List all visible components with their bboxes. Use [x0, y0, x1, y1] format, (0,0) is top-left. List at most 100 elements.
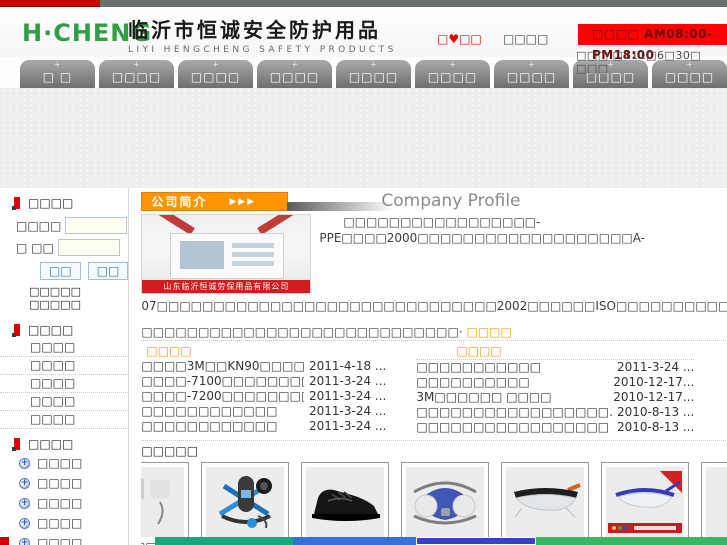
news-date: 2011-3-24 ... [309, 404, 387, 418]
nav-plus-icon: + [449, 60, 456, 69]
product-card[interactable]: □□□□□□□□.. [401, 462, 490, 545]
profile-banner: 公司简介 ▶▶▶ [141, 192, 289, 211]
footer-corner-red [0, 537, 9, 545]
category-item[interactable]: □□□□ [0, 473, 128, 493]
password-label: □ □□ [16, 240, 54, 255]
menu-section-title: □□□□ [0, 315, 128, 339]
register-button[interactable]: □□ [87, 262, 129, 280]
content-area: □□□□ □□□□ □ □□ □□ □□ □□□□□ □□□□□ □□□□ □□… [0, 188, 727, 545]
product-image-respirator [406, 467, 485, 537]
company-titles: 临沂市恒诚安全防护用品 LIYI HENGCHENG SAFETY PRODUC… [128, 14, 397, 55]
news-item[interactable]: □□□□3M□□KN90□□□□□□□...2011-4-18 ... [141, 359, 386, 374]
sidebar-menu-item[interactable]: □□□□ [0, 375, 129, 393]
sidebar-menu-item[interactable]: □□□□ [0, 411, 129, 429]
photo-roofline [257, 215, 311, 235]
news-section: □□□□ □□□□3M□□KN90□□□□□□□...2011-4-18 ...… [141, 340, 727, 441]
news-date: 2011-3-24 ... [309, 419, 387, 433]
plus-ball-icon [19, 457, 30, 469]
sidebar-menu-item[interactable]: □□□□ [0, 393, 129, 411]
nav-plus-icon: + [528, 60, 535, 69]
nav-tab-7[interactable]: + □□□□ [494, 60, 569, 88]
nav-plus-icon: + [54, 60, 61, 69]
company-name-en: LIYI HENGCHENG SAFETY PRODUCTS [128, 45, 397, 55]
sidebar-menu-item[interactable]: □□□□ [0, 357, 129, 375]
nav-tab-6[interactable]: + □□□□ [415, 60, 490, 88]
product-image-equipment [141, 467, 185, 537]
category-item[interactable]: □□□□ [0, 453, 128, 473]
site-header: H·CHENG 临沂市恒诚安全防护用品 LIYI HENGCHENG SAFET… [0, 7, 727, 75]
sidebar-menu-item[interactable]: □□□□ [0, 339, 129, 357]
product-card[interactable] [701, 462, 727, 545]
product-card[interactable]: SPERIAN-... [601, 462, 690, 545]
category-item[interactable]: □□□□ [0, 513, 128, 533]
footer-segment [155, 537, 293, 545]
product-image-scba [206, 467, 285, 537]
red-flag-icon [12, 197, 20, 210]
news-date: 2010-12-17... [613, 375, 695, 389]
news-date: 2010-8-13 ... [617, 405, 695, 419]
product-card[interactable]: VENITEX□... [201, 462, 290, 545]
product-image-clipped [706, 467, 727, 537]
top-accent-red [0, 0, 100, 7]
footer-segment [416, 537, 536, 545]
news-column-right: □□□□ □□□□□□□□□□□ 2011-3-24 ... □□□□□□□□□□… [416, 344, 695, 435]
red-flag-icon [12, 438, 20, 451]
news-item[interactable]: □□□□□□□□□□□□□□□□□... 2010-8-13 ... [416, 405, 694, 420]
news-item[interactable]: □□□□□□□□□□□□□□□□□ 2010-8-13 ... [416, 420, 694, 435]
nav-tab-2[interactable]: + □□□□ [99, 60, 174, 88]
nav-plus-icon: + [212, 60, 219, 69]
carousel-track: □□□□ [141, 462, 727, 545]
top-accent-gray [100, 0, 727, 7]
gradient-rule [287, 202, 394, 211]
address-line: □□□ □111□6□30□ □□□ [576, 49, 702, 75]
product-card[interactable]: □□□□□□□ [301, 462, 390, 545]
login-button[interactable]: □□ [40, 262, 81, 280]
add-favorite-link[interactable]: □♥□□ [437, 32, 482, 46]
category-item[interactable]: □□□□ [0, 533, 128, 545]
news-item[interactable]: □□□□-7100□□□□□□□□ 2011-3-24 ... [141, 374, 386, 389]
nav-tab-3[interactable]: + □□□□ [178, 60, 253, 88]
header-secondary-link[interactable]: □□□□ [503, 32, 548, 46]
username-input[interactable] [65, 217, 128, 234]
news-item[interactable]: □□□□□□□□□□ 2010-12-17... [416, 375, 694, 390]
nav-tab-4[interactable]: + □□□□ [257, 60, 332, 88]
footer-segment [293, 537, 416, 545]
business-hours-badge: □□□□ AM08:00-PM18:00 [578, 24, 727, 62]
news-left-title: □□□□ [146, 344, 192, 358]
profile-body: 山东临沂恒诚劳保用品有限公司 □□□□□□□□□□□□□□□□□-PPE□□□□… [141, 214, 727, 340]
category-item[interactable]: □□□□ [0, 493, 128, 513]
category-section-title: □□□□ [0, 429, 128, 453]
product-card[interactable]: □□□□ [141, 462, 190, 545]
nav-tab-5[interactable]: + □□□□ [336, 60, 411, 88]
profile-paragraph-2: □□□□□□□□□□□□□□□□□□□□□□□□□□□□· □□□□ [141, 325, 512, 339]
username-row: □□□□ [16, 217, 128, 234]
login-helper-links[interactable]: □□□□□ □□□□□ [29, 285, 128, 311]
main-column: 公司简介 ▶▶▶ Company Profile 山东临沂恒诚劳保用品有限公司 … [141, 188, 727, 545]
news-date: 2011-3-24 ... [309, 389, 387, 403]
news-column-left: □□□□ □□□□3M□□KN90□□□□□□□...2011-4-18 ...… [141, 344, 386, 435]
arrows-icon: ▶▶▶ [229, 196, 257, 207]
plus-ball-icon [19, 497, 30, 509]
company-name-cn: 临沂市恒诚安全防护用品 [128, 18, 381, 42]
nav-tab-home[interactable]: + □ □ [20, 60, 95, 88]
news-item[interactable]: □□□□□□□□□□□ 2011-3-24 ... [416, 360, 694, 375]
news-item[interactable]: □□□□□□□□□□□□ 2011-3-24 ... [141, 404, 386, 419]
sidebar: □□□□ □□□□ □ □□ □□ □□ □□□□□ □□□□□ □□□□ □□… [0, 188, 130, 545]
news-item[interactable]: □□□□-7200□□□□□□□□ 2011-3-24 ... [141, 389, 386, 404]
news-date: 2010-12-17... [613, 390, 695, 404]
news-date: 2010-8-13 ... [617, 420, 695, 434]
news-item[interactable]: 3M□□□□□□ □□□□ 2010-12-17... [416, 390, 694, 405]
profile-section-header: 公司简介 ▶▶▶ Company Profile [141, 188, 727, 214]
nav-plus-icon: + [291, 60, 298, 69]
photo-caption: 山东临沂恒诚劳保用品有限公司 [142, 280, 311, 293]
password-input[interactable] [57, 239, 120, 256]
product-image-blue-glasses [606, 467, 685, 537]
plus-ball-icon [19, 517, 30, 529]
profile-english-title: Company Profile [381, 191, 521, 211]
product-card[interactable]: SPERIAN-... [501, 462, 590, 545]
product-carousel[interactable]: □□□□ [141, 462, 727, 545]
more-link[interactable]: □□□□ [466, 325, 511, 339]
news-date: 2011-3-24 ... [309, 374, 387, 388]
footer-segment [536, 537, 727, 545]
news-item[interactable]: □□□□□□□□□□□□ 2011-3-24 ... [141, 419, 386, 434]
